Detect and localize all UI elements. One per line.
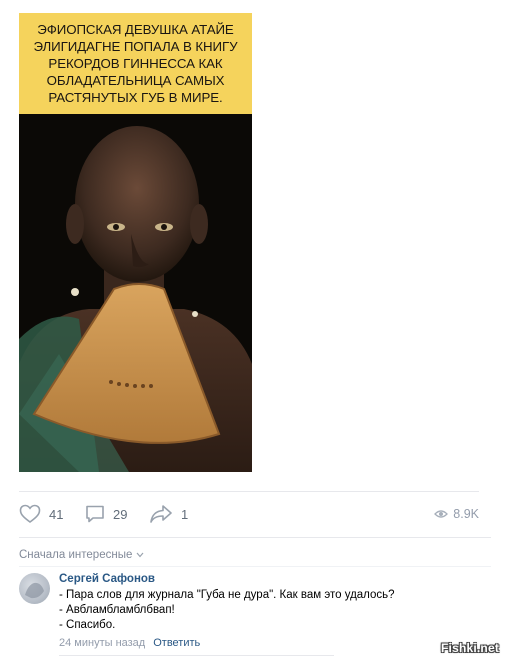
image-caption-box: Эфиопская девушка Атайе Элигидагне попал… [19, 13, 252, 114]
comment-icon [86, 505, 104, 523]
divider [59, 655, 334, 656]
share-icon [150, 505, 172, 523]
post-photo [19, 114, 252, 472]
heart-icon [19, 504, 41, 523]
avatar[interactable] [19, 573, 50, 604]
divider [19, 566, 491, 567]
divider [19, 537, 491, 538]
share-button[interactable]: 1 [149, 500, 188, 528]
comment-text-line: - Авбламбламблбвап! [59, 604, 175, 616]
comment-meta: 24 минуты назад Ответить [59, 637, 479, 649]
comment-timestamp[interactable]: 24 минуты назад [59, 637, 145, 649]
views-counter: 8.9K [434, 500, 479, 528]
reply-button[interactable]: Ответить [153, 637, 200, 649]
comment-text-line: - Пара слов для журнала "Губа не дура". … [59, 589, 395, 601]
chevron-down-icon [136, 552, 144, 558]
likes-count: 41 [49, 506, 64, 522]
like-button[interactable]: 41 [19, 500, 63, 528]
divider [19, 491, 479, 492]
watermark: Fishki.net [441, 641, 500, 655]
post-image[interactable]: Эфиопская девушка Атайе Элигидагне попал… [19, 13, 252, 472]
image-caption: Эфиопская девушка Атайе Элигидагне попал… [33, 22, 238, 105]
post-actions: 41 29 1 8.9K [19, 500, 479, 528]
comments-sort-dropdown[interactable]: Сначала интересные [19, 549, 144, 561]
comment-author[interactable]: Сергей Сафонов [59, 573, 479, 588]
views-count: 8.9K [453, 507, 479, 521]
sort-label: Сначала интересные [19, 549, 133, 561]
comments-count: 29 [113, 506, 128, 522]
comment: Сергей Сафонов - Пара слов для журнала "… [59, 573, 479, 649]
eye-icon [434, 510, 449, 518]
comment-text-line: - Спасибо. [59, 619, 116, 631]
comment-button[interactable]: 29 [85, 500, 127, 528]
shares-count: 1 [181, 506, 189, 522]
